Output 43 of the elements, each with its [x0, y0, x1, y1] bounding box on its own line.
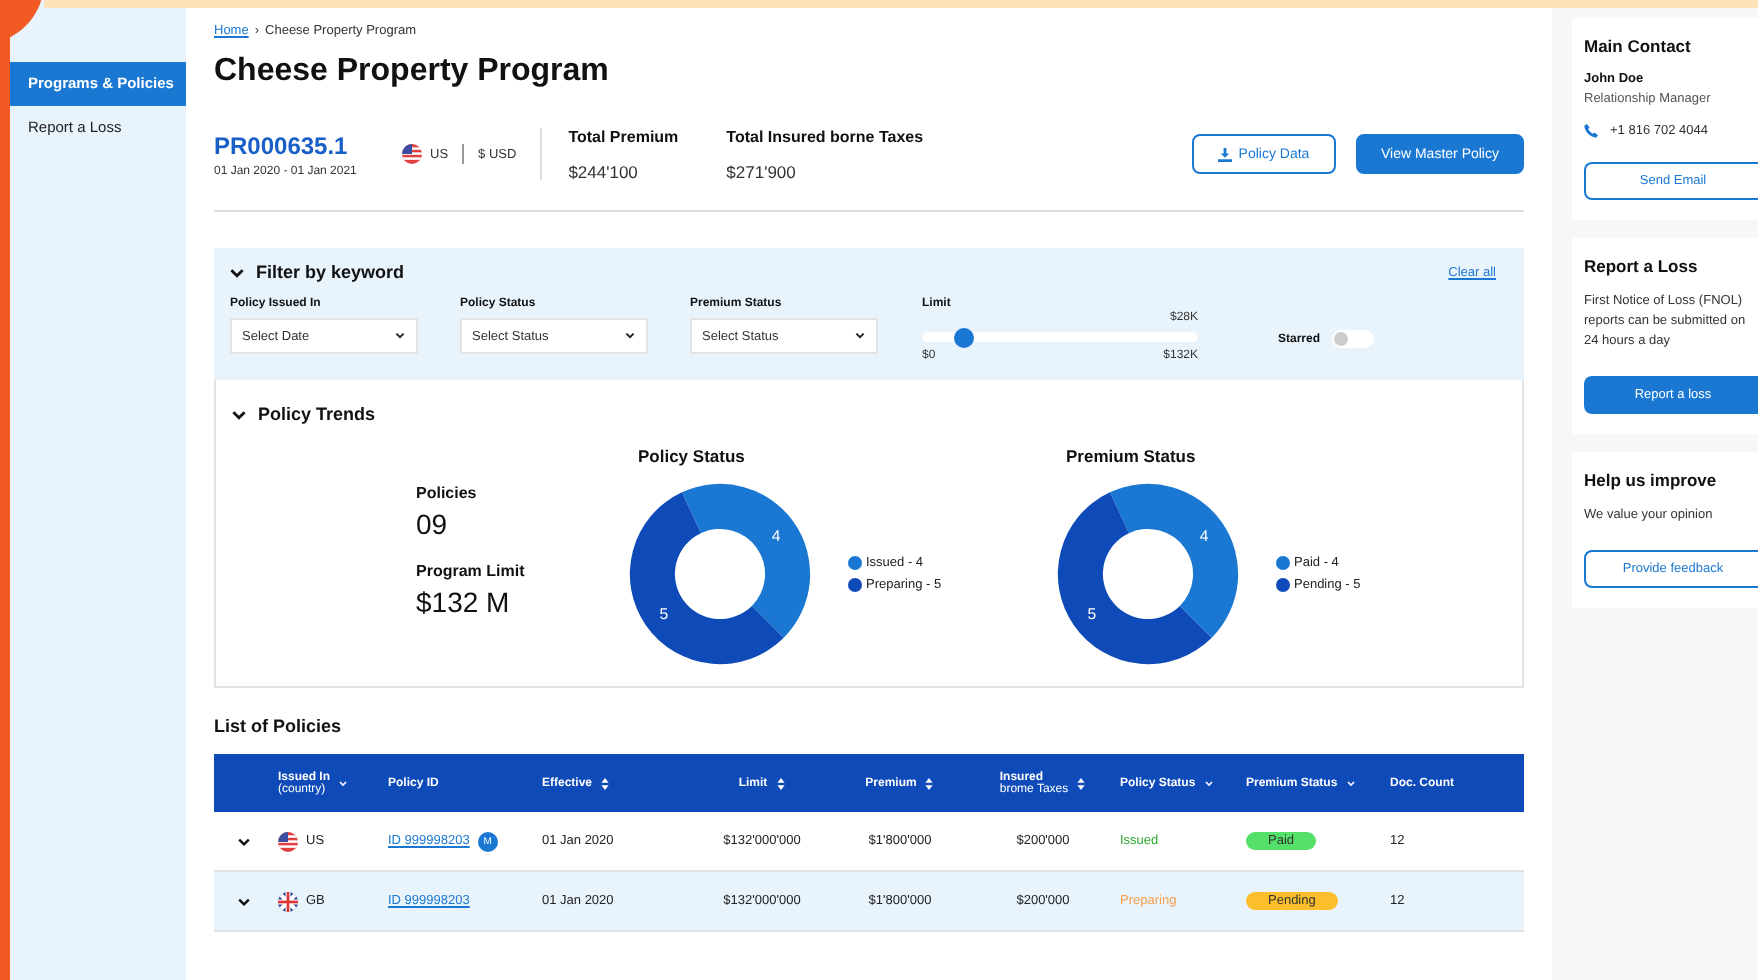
chart-title: Premium Status [1066, 446, 1198, 466]
starred-toggle[interactable] [1332, 330, 1375, 348]
sort-icon[interactable] [775, 777, 786, 789]
chevron-icon[interactable] [230, 265, 244, 279]
slider-thumb[interactable] [953, 327, 974, 347]
flag-icon [402, 144, 422, 164]
kpi-label: Program Limit [416, 562, 527, 580]
download-icon [1218, 147, 1233, 161]
sort-icon[interactable] [600, 777, 611, 789]
table-title: List of Policies [214, 716, 344, 736]
slice-label: 4 [771, 526, 781, 545]
caret-icon [624, 330, 636, 342]
slice-label: 5 [1087, 605, 1097, 624]
stat-label: Total Premium [568, 127, 679, 145]
chevron-icon[interactable] [238, 895, 250, 907]
chevron-icon[interactable] [232, 407, 246, 421]
filter-title: Filter by keyword [256, 262, 405, 282]
slice-label: 4 [1199, 526, 1209, 545]
caret-icon [854, 330, 866, 342]
phone-icon [1584, 124, 1598, 138]
kpi-value: $132 M [416, 586, 512, 618]
flag-icon [278, 891, 298, 911]
page-title: Cheese Property Program [214, 54, 611, 90]
slice-label: 5 [659, 605, 669, 624]
card-title: Main Contact [1584, 36, 1693, 56]
program-id: PR000635.1 [214, 131, 350, 159]
stat-label: Total Insured borne Taxes [726, 127, 924, 145]
card-title: Help us improve [1584, 470, 1719, 490]
card-title: Report a Loss [1584, 256, 1700, 276]
sort-icon[interactable] [1076, 777, 1087, 789]
chart-title: Policy Status [638, 446, 747, 466]
caret-icon[interactable] [1345, 777, 1356, 789]
stat-value: $271'900 [726, 161, 798, 181]
stat-value: $244'100 [568, 161, 640, 181]
flag-icon [278, 831, 298, 851]
kpi-label: Policies [416, 484, 479, 502]
caret-icon[interactable] [338, 777, 349, 789]
caret-icon[interactable] [1203, 777, 1214, 789]
sort-icon[interactable] [924, 777, 935, 789]
kpi-value: 09 [416, 508, 450, 540]
trends-title: Policy Trends [258, 404, 376, 424]
chevron-icon[interactable] [238, 835, 250, 847]
caret-icon [394, 330, 406, 342]
